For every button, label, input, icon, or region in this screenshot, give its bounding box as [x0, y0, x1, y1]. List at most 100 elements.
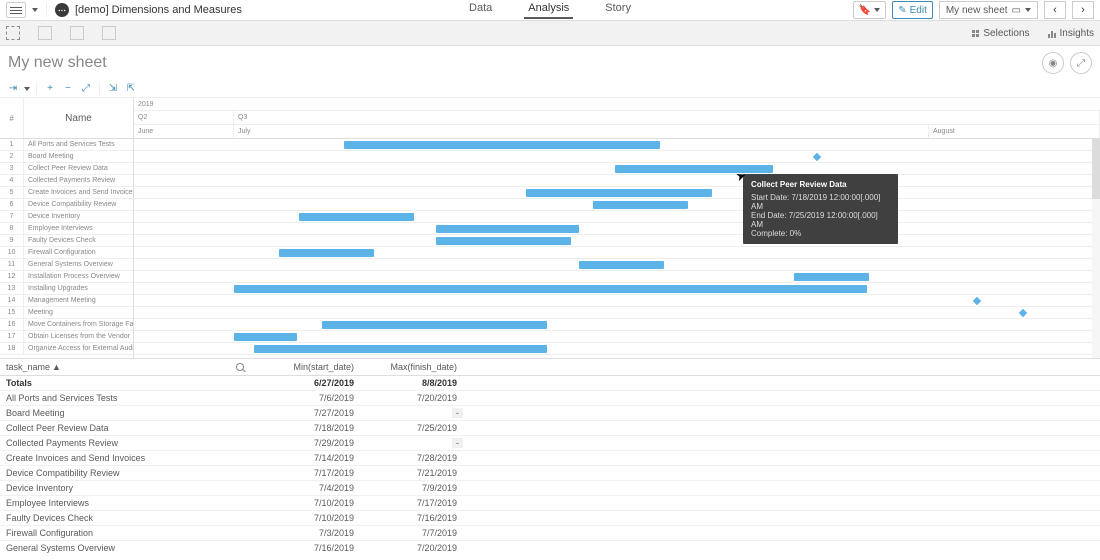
gantt-bar[interactable]	[436, 237, 571, 245]
gantt-row-name[interactable]: Installation Process Overview	[24, 271, 133, 282]
gantt-bar-row[interactable]	[134, 175, 1100, 187]
chevron-down-icon[interactable]	[24, 87, 30, 91]
nav-story[interactable]: Story	[601, 2, 635, 19]
cell-min[interactable]: 7/10/2019	[250, 511, 360, 526]
gantt-bar-row[interactable]	[134, 295, 1100, 307]
col-max-header[interactable]: Max(finish_date)	[360, 359, 463, 376]
nav-analysis[interactable]: Analysis	[524, 2, 573, 19]
gantt-row-name[interactable]: Management Meeting	[24, 295, 133, 306]
step-forward-button[interactable]	[70, 26, 84, 40]
cell-task-name[interactable]: Collected Payments Review	[0, 436, 250, 451]
cell-task-name[interactable]: General Systems Overview	[0, 541, 250, 555]
gantt-bar[interactable]	[436, 225, 579, 233]
cell-min[interactable]: 7/3/2019	[250, 526, 360, 541]
gantt-row[interactable]: 18Organize Access for External Audit Too	[0, 343, 133, 355]
cell-max[interactable]: 7/20/2019	[360, 391, 463, 406]
gantt-row[interactable]: 6Device Compatibility Review	[0, 199, 133, 211]
gantt-row-name[interactable]: Firewall Configuration	[24, 247, 133, 258]
gantt-row[interactable]: 1All Ports and Services Tests	[0, 139, 133, 151]
zoom-fit-button[interactable]: ⤢	[79, 82, 93, 96]
gantt-row-name[interactable]: All Ports and Services Tests	[24, 139, 133, 150]
gantt-bar-row[interactable]	[134, 307, 1100, 319]
cell-min[interactable]: 7/16/2019	[250, 541, 360, 555]
gantt-row[interactable]: 16Move Containers from Storage Facility	[0, 319, 133, 331]
cell-min[interactable]: 7/6/2019	[250, 391, 360, 406]
gantt-row[interactable]: 11General Systems Overview	[0, 259, 133, 271]
cell-max[interactable]: 7/16/2019	[360, 511, 463, 526]
gantt-row-name[interactable]: Faulty Devices Check	[24, 235, 133, 246]
gantt-row[interactable]: 4Collected Payments Review	[0, 175, 133, 187]
gantt-milestone[interactable]	[973, 297, 981, 305]
cell-task-name[interactable]: Create Invoices and Send Invoices	[0, 451, 250, 466]
bookmark-button[interactable]: 🔖	[853, 1, 886, 19]
gantt-row-name[interactable]: Collected Payments Review	[24, 175, 133, 186]
gantt-bar-row[interactable]	[134, 235, 1100, 247]
gantt-bar[interactable]	[234, 333, 297, 341]
gantt-row[interactable]: 17Obtain Licenses from the Vendor	[0, 331, 133, 343]
gantt-milestone[interactable]	[1019, 309, 1027, 317]
gantt-bar-row[interactable]	[134, 259, 1100, 271]
gantt-bar[interactable]	[593, 201, 688, 209]
cell-max[interactable]: 7/25/2019	[360, 421, 463, 436]
gantt-milestone[interactable]	[813, 153, 821, 161]
selections-button[interactable]: Selections	[972, 28, 1029, 39]
table-row[interactable]: Device Compatibility Review7/17/20197/21…	[0, 466, 1100, 481]
gantt-bar-row[interactable]	[134, 223, 1100, 235]
cell-task-name[interactable]: Device Compatibility Review	[0, 466, 250, 481]
cell-task-name[interactable]: Firewall Configuration	[0, 526, 250, 541]
gantt-row[interactable]: 13Installing Upgrades	[0, 283, 133, 295]
gantt-row[interactable]: 2Board Meeting	[0, 151, 133, 163]
clear-selections-button[interactable]	[102, 26, 116, 40]
gantt-bar-row[interactable]	[134, 211, 1100, 223]
menu-button[interactable]	[6, 2, 26, 18]
cell-min[interactable]: 7/18/2019	[250, 421, 360, 436]
gantt-bar[interactable]	[322, 321, 547, 329]
cell-max[interactable]: 7/20/2019	[360, 541, 463, 555]
gantt-bar-row[interactable]	[134, 199, 1100, 211]
table-row[interactable]: Employee Interviews7/10/20197/17/2019	[0, 496, 1100, 511]
table-row[interactable]: Collected Payments Review7/29/2019-	[0, 436, 1100, 451]
export-button[interactable]: ⇥	[6, 82, 20, 96]
collapse-all-button[interactable]: ⇱	[124, 82, 138, 96]
gantt-row-name[interactable]: Create Invoices and Send Invoices	[24, 187, 133, 198]
next-sheet-button[interactable]: ›	[1072, 1, 1094, 19]
gantt-bar[interactable]	[254, 345, 547, 353]
cell-max[interactable]: 7/28/2019	[360, 451, 463, 466]
gantt-timeline[interactable]: 2019 Q2 Q3 June July August Collect Peer…	[134, 98, 1100, 358]
zoom-in-button[interactable]: +	[43, 82, 57, 96]
gantt-row-name[interactable]: Employee Interviews	[24, 223, 133, 234]
table-row[interactable]: Device Inventory7/4/20197/9/2019	[0, 481, 1100, 496]
gantt-chart[interactable]: # Name 1All Ports and Services Tests2Boa…	[0, 98, 1100, 359]
gantt-row-name[interactable]: General Systems Overview	[24, 259, 133, 270]
gantt-row[interactable]: 9Faulty Devices Check	[0, 235, 133, 247]
gantt-bar[interactable]	[794, 273, 869, 281]
gantt-bar-row[interactable]	[134, 139, 1100, 151]
gantt-bar-row[interactable]	[134, 331, 1100, 343]
gantt-bar[interactable]	[579, 261, 664, 269]
gantt-bar[interactable]	[279, 249, 374, 257]
gantt-row[interactable]: 14Management Meeting	[0, 295, 133, 307]
insights-button[interactable]: Insights	[1048, 28, 1094, 39]
menu-caret-icon[interactable]	[32, 8, 38, 12]
gantt-row[interactable]: 3Collect Peer Review Data	[0, 163, 133, 175]
gantt-bar-row[interactable]	[134, 343, 1100, 355]
smart-search-button[interactable]	[6, 26, 20, 40]
gantt-bar-row[interactable]	[134, 151, 1100, 163]
gantt-row-name[interactable]: Organize Access for External Audit Too	[24, 343, 133, 354]
gantt-bar[interactable]	[299, 213, 414, 221]
gantt-bar-row[interactable]	[134, 187, 1100, 199]
cell-task-name[interactable]: Device Inventory	[0, 481, 250, 496]
cell-min[interactable]: 7/4/2019	[250, 481, 360, 496]
gantt-row-name[interactable]: Collect Peer Review Data	[24, 163, 133, 174]
cell-max[interactable]: -	[360, 436, 463, 451]
table-row[interactable]: Collect Peer Review Data7/18/20197/25/20…	[0, 421, 1100, 436]
gantt-bar-row[interactable]	[134, 271, 1100, 283]
gantt-row[interactable]: 15Meeting	[0, 307, 133, 319]
cell-max[interactable]: -	[360, 406, 463, 421]
table-row[interactable]: Board Meeting7/27/2019-	[0, 406, 1100, 421]
table-row[interactable]: Create Invoices and Send Invoices7/14/20…	[0, 451, 1100, 466]
sheet-selector[interactable]: My new sheet ▭	[939, 1, 1038, 19]
gantt-row-name[interactable]: Installing Upgrades	[24, 283, 133, 294]
gantt-name-header[interactable]: Name	[24, 98, 133, 138]
col-task-header[interactable]: task_name▲	[0, 359, 250, 376]
